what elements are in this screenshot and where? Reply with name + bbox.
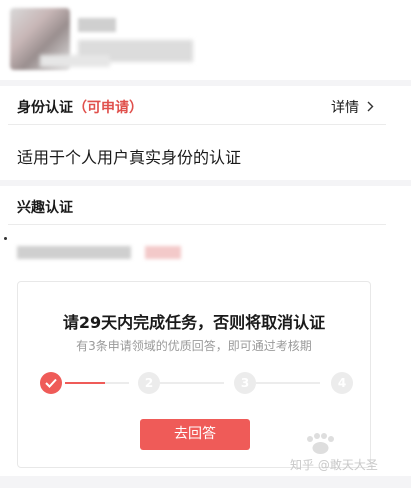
check-icon (45, 377, 57, 391)
identity-status-label: （可申请） (73, 100, 143, 116)
details-link[interactable]: 详情 (331, 97, 374, 117)
section-separator (0, 80, 411, 86)
identity-description: 适用于个人用户真实身份的认证 (17, 148, 242, 167)
task-title: 请29天内完成任务，否则将取消认证 (62, 313, 326, 332)
blurred-interest-field (17, 246, 131, 259)
progress-line (256, 382, 320, 384)
step-1-done (40, 372, 62, 394)
progress-line (160, 382, 224, 384)
blurred-username (78, 18, 116, 32)
identity-section-title: 身份认证（可申请） (17, 97, 143, 117)
identity-title-text: 身份认证 (17, 100, 73, 116)
progress-line-active (65, 382, 105, 384)
bullet-dot (4, 237, 7, 240)
step-2: 2 (138, 372, 160, 394)
step-3: 3 (234, 372, 256, 394)
blurred-profile-detail (40, 55, 110, 67)
profile-header (0, 0, 411, 82)
interest-section-title: 兴趣认证 (17, 200, 73, 216)
progress-line (105, 382, 129, 384)
chevron-right-icon (367, 100, 374, 116)
step-4: 4 (331, 372, 353, 394)
details-label: 详情 (331, 100, 359, 116)
section-separator (0, 180, 411, 186)
divider (8, 224, 386, 225)
bottom-band (0, 476, 411, 488)
identity-certification-row[interactable]: 身份认证（可申请） 详情 (0, 88, 390, 124)
task-subtitle: 有3条申请领域的优质回答，即可通过考核期 (76, 339, 312, 353)
blurred-interest-tag (145, 246, 181, 259)
watermark-text: 知乎 @敢天大圣 (290, 458, 378, 472)
divider (8, 124, 386, 125)
go-answer-button[interactable]: 去回答 (140, 419, 250, 450)
